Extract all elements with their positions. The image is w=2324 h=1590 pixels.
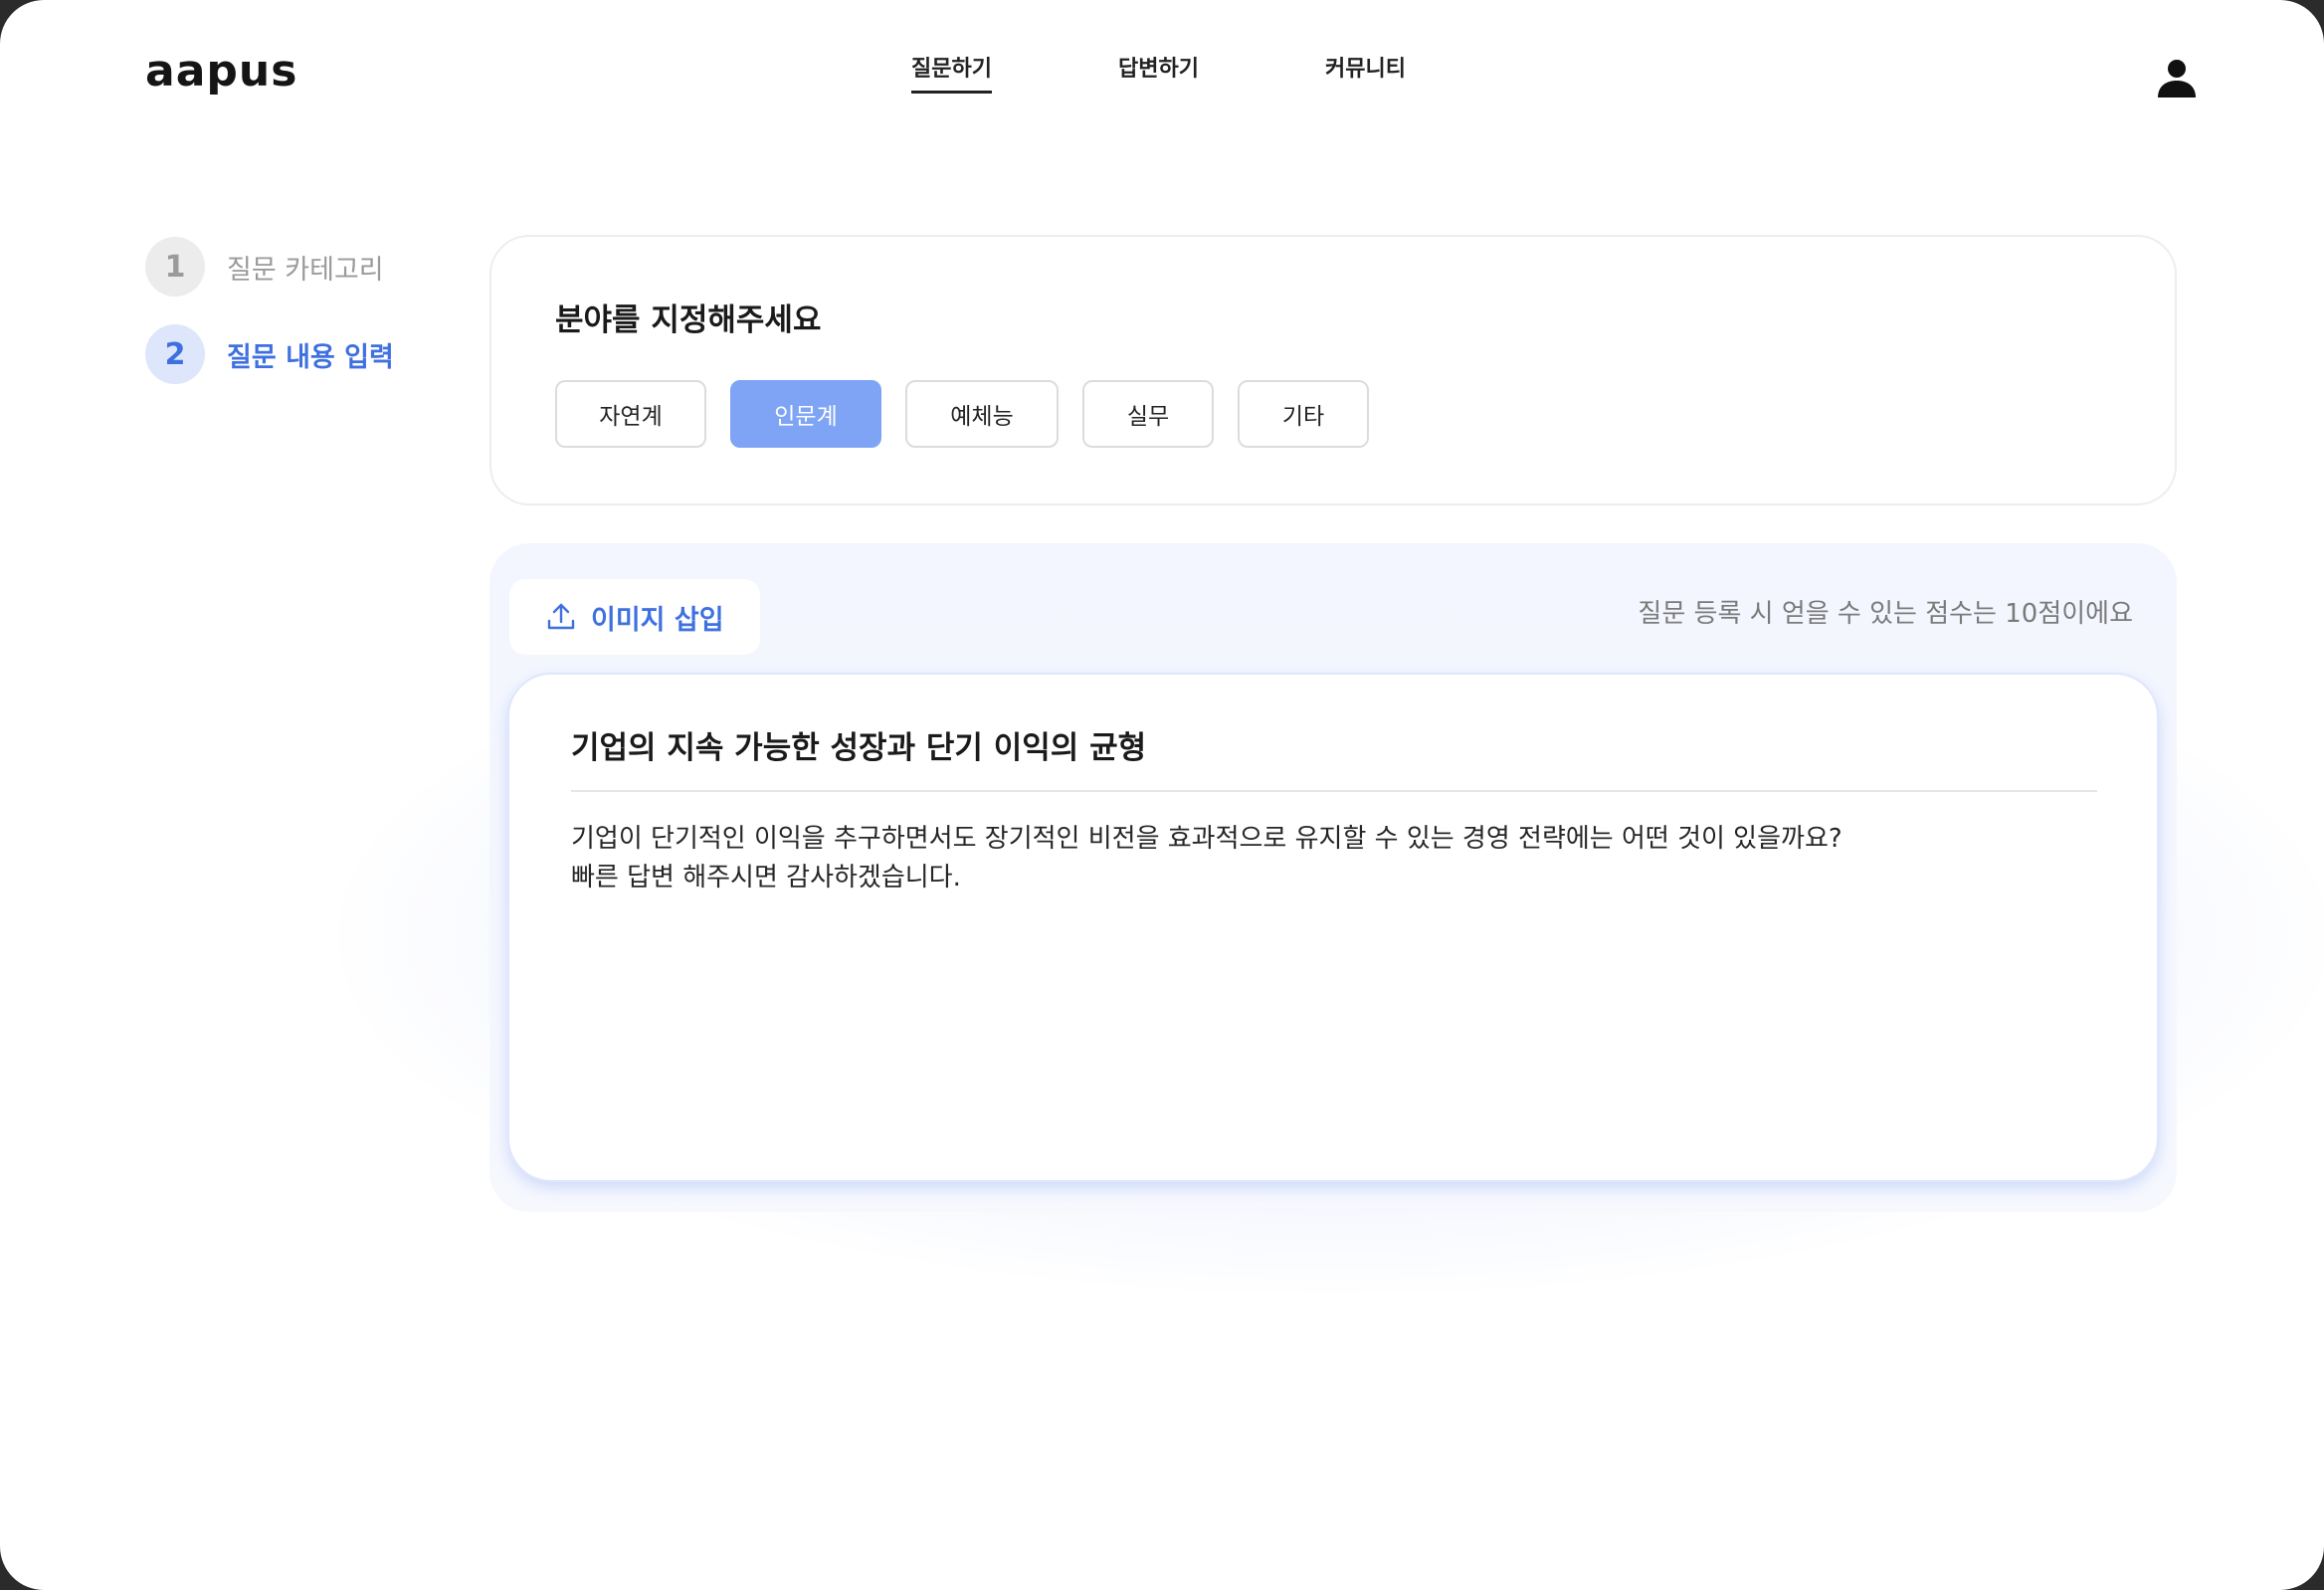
top-nav: 질문하기 답변하기 커뮤니티 bbox=[0, 54, 2324, 94]
user-icon[interactable] bbox=[2155, 56, 2199, 99]
step-question-category[interactable]: 1 질문 카테고리 bbox=[145, 237, 384, 297]
image-insert-button[interactable]: 이미지 삽입 bbox=[509, 579, 760, 655]
points-note: 질문 등록 시 얻을 수 있는 점수는 10점이에요 bbox=[1638, 599, 2133, 629]
category-button-natural[interactable]: 자연계 bbox=[555, 380, 706, 448]
category-button-practical[interactable]: 실무 bbox=[1082, 380, 1214, 448]
step-label: 질문 내용 입력 bbox=[227, 341, 394, 373]
question-body-field[interactable]: 기업이 단기적인 이익을 추구하면서도 장기적인 비전을 효과적으로 유지할 수… bbox=[571, 820, 2097, 897]
category-card: 분야를 지정해주세요 자연계 인문계 예체능 실무 기타 bbox=[489, 235, 2177, 505]
nav-community[interactable]: 커뮤니티 bbox=[1325, 54, 1406, 86]
question-title-field[interactable]: 기업의 지속 가능한 성장과 단기 이익의 균형 bbox=[571, 722, 1146, 767]
category-button-humanities[interactable]: 인문계 bbox=[730, 380, 881, 448]
nav-answer[interactable]: 답변하기 bbox=[1118, 54, 1199, 86]
step-number-badge: 1 bbox=[145, 237, 205, 297]
step-question-content[interactable]: 2 질문 내용 입력 bbox=[145, 324, 394, 384]
question-body-line: 기업이 단기적인 이익을 추구하면서도 장기적인 비전을 효과적으로 유지할 수… bbox=[571, 824, 1842, 854]
step-number-badge: 2 bbox=[145, 324, 205, 384]
category-button-other[interactable]: 기타 bbox=[1238, 380, 1369, 448]
nav-ask[interactable]: 질문하기 bbox=[911, 54, 992, 94]
question-body-line: 빠른 답변 해주시면 감사하겠습니다. bbox=[571, 863, 961, 893]
category-button-arts[interactable]: 예체능 bbox=[905, 380, 1059, 448]
app-window: aapus 질문하기 답변하기 커뮤니티 1 질문 카테고리 2 질문 내용 입… bbox=[0, 0, 2324, 1590]
editor-panel: 이미지 삽입 질문 등록 시 얻을 수 있는 점수는 10점이에요 기업의 지속… bbox=[489, 543, 2177, 1212]
image-insert-label: 이미지 삽입 bbox=[591, 604, 724, 636]
divider bbox=[571, 790, 2097, 792]
step-label: 질문 카테고리 bbox=[227, 254, 384, 286]
upload-icon bbox=[547, 603, 575, 630]
question-editor[interactable]: 기업의 지속 가능한 성장과 단기 이익의 균형 기업이 단기적인 이익을 추구… bbox=[507, 673, 2159, 1182]
category-title: 분야를 지정해주세요 bbox=[555, 302, 822, 338]
